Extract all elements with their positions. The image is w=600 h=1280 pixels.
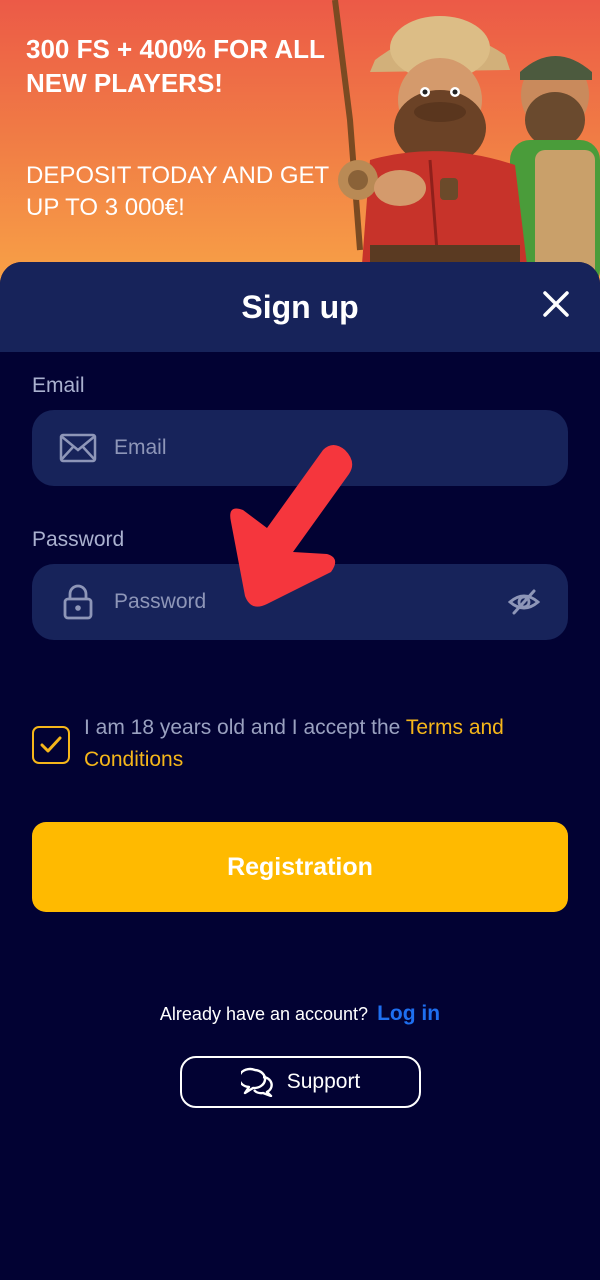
support-button[interactable]: Support [180,1056,421,1108]
password-label: Password [32,528,125,551]
login-prompt: Already have an account? [159,1004,369,1024]
email-label: Email [32,374,85,397]
registration-button[interactable]: Registration [32,822,568,912]
login-row: Already have an account? Log in [0,1002,600,1026]
terms-text: I am 18 years old and I accept the Terms… [84,712,568,776]
login-link[interactable]: Log in [377,1002,440,1025]
close-icon[interactable] [540,288,572,320]
email-input[interactable] [114,436,474,460]
promo-banner: 300 FS + 400% FOR ALL NEW PLAYERS! DEPOS… [0,0,600,290]
password-field[interactable] [32,564,568,640]
checkmark-icon [40,736,62,753]
promo-subtitle: DEPOSIT TODAY AND GET UP TO 3 000€! [26,162,329,221]
envelope-icon [58,428,98,468]
lock-icon [58,582,98,622]
signup-title: Sign up [241,288,359,325]
signup-sheet: Sign up Email Password [0,262,600,1280]
promo-title: 300 FS + 400% FOR ALL NEW PLAYERS! [26,34,325,98]
password-input[interactable] [114,590,474,614]
terms-checkbox[interactable] [32,726,70,764]
eye-slash-icon[interactable] [508,586,540,618]
support-label: Support [286,1070,361,1093]
signup-header: Sign up [0,262,600,352]
email-field[interactable] [32,410,568,486]
fishermen-illustration [332,0,600,290]
chat-bubbles-icon [240,1067,273,1097]
terms-statement: I am 18 years old and I accept the [84,716,406,739]
